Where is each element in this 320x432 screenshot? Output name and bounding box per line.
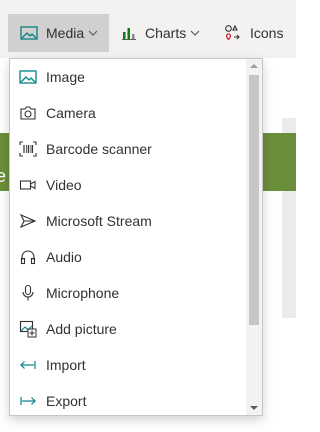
- scroll-down-arrow-icon[interactable]: [246, 401, 262, 415]
- headphones-icon: [19, 248, 37, 266]
- menu-item-label: Microphone: [46, 285, 120, 301]
- banner-partial-text: e: [0, 166, 7, 186]
- microphone-icon: [19, 284, 37, 302]
- menu-item-audio[interactable]: Audio: [10, 239, 247, 275]
- add-picture-icon: [19, 320, 37, 338]
- import-icon: [19, 356, 37, 374]
- menu-item-image[interactable]: Image: [10, 59, 247, 95]
- menu-item-label: Camera: [46, 105, 96, 121]
- camera-icon: [19, 104, 37, 122]
- menu-item-label: Image: [46, 69, 85, 85]
- menu-item-video[interactable]: Video: [10, 167, 247, 203]
- chevron-down-icon: [88, 29, 98, 37]
- image-icon: [19, 68, 37, 86]
- menu-item-camera[interactable]: Camera: [10, 95, 247, 131]
- menu-item-label: Video: [46, 177, 82, 193]
- menu-item-label: Barcode scanner: [46, 141, 152, 157]
- media-button-label: Media: [46, 25, 85, 41]
- stream-icon: [19, 212, 37, 230]
- scrollbar-thumb[interactable]: [249, 75, 259, 325]
- charts-button[interactable]: Charts: [121, 14, 200, 52]
- icons-button[interactable]: Icons: [224, 14, 283, 52]
- ribbon-toolbar: Media Charts Icons: [0, 0, 296, 59]
- barcode-scanner-icon: [19, 140, 37, 158]
- scroll-up-arrow-icon[interactable]: [246, 59, 262, 73]
- app-window: Media Charts Icons e Image Camera Barcod…: [0, 0, 296, 432]
- menu-item-add-picture[interactable]: Add picture: [10, 311, 247, 347]
- menu-item-import[interactable]: Import: [10, 347, 247, 383]
- export-icon: [19, 392, 37, 410]
- menu-item-label: Add picture: [46, 321, 117, 337]
- menu-item-barcode-scanner[interactable]: Barcode scanner: [10, 131, 247, 167]
- menu-item-label: Microsoft Stream: [46, 213, 152, 229]
- icons-gallery-icon: [224, 24, 242, 42]
- media-button[interactable]: Media: [8, 14, 109, 52]
- bar-chart-icon: [121, 25, 137, 41]
- chevron-down-icon: [190, 29, 200, 37]
- menu-item-microsoft-stream[interactable]: Microsoft Stream: [10, 203, 247, 239]
- menu-item-microphone[interactable]: Microphone: [10, 275, 247, 311]
- menu-item-export[interactable]: Export: [10, 383, 247, 415]
- charts-button-label: Charts: [145, 25, 187, 41]
- icons-button-label: Icons: [250, 25, 284, 41]
- menu-scrollbar[interactable]: [246, 59, 262, 415]
- menu-item-label: Export: [46, 393, 87, 409]
- image-icon: [20, 25, 38, 41]
- menu-item-label: Import: [46, 357, 86, 373]
- video-icon: [19, 176, 37, 194]
- menu-item-label: Audio: [46, 249, 82, 265]
- media-dropdown-menu: Image Camera Barcode scanner Video Micro…: [9, 58, 263, 416]
